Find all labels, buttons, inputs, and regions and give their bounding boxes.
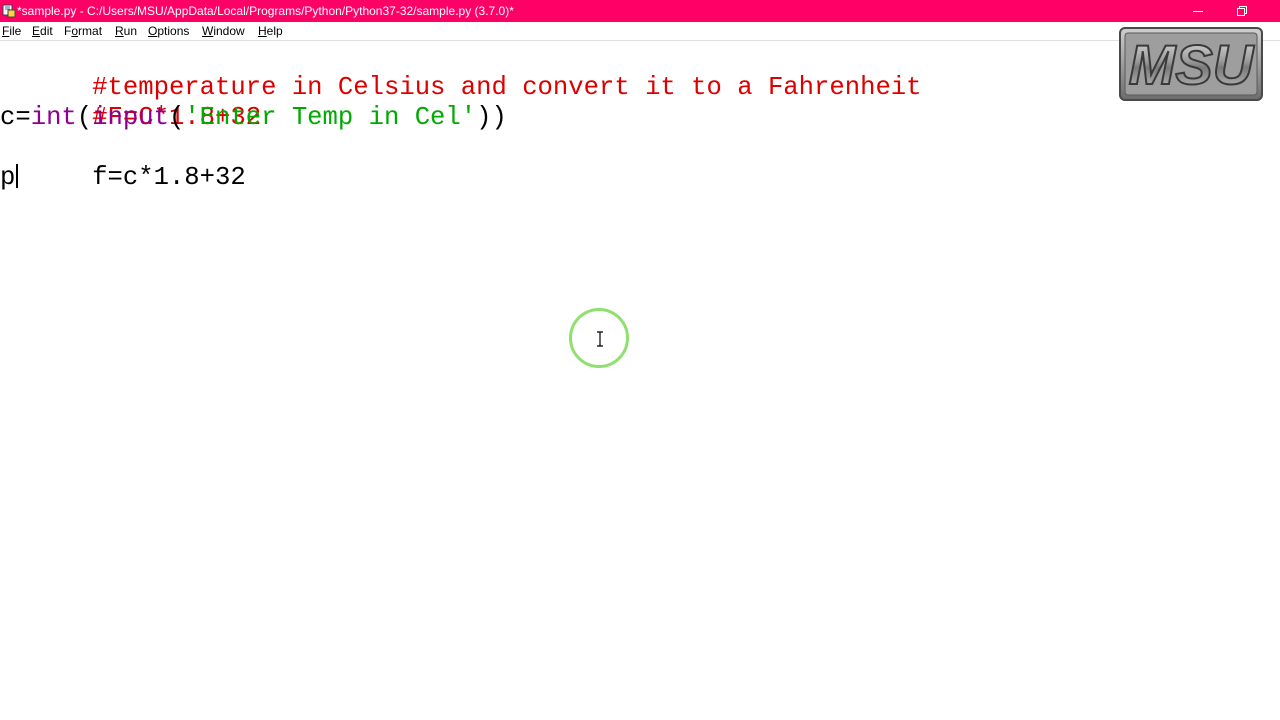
code-line-5: p [0,163,19,193]
menu-file[interactable]: File [2,24,21,39]
menu-help[interactable]: Help [258,24,283,39]
code-line-3: c=int(input('Enter Temp in Cel')) [0,103,507,133]
menu-window[interactable]: Window [202,24,245,39]
python-idle-icon [2,4,16,18]
code-line-1: #temperature in Celsius and convert it t… [0,43,921,102]
window-title: *sample.py - C:/Users/MSU/AppData/Local/… [17,4,514,18]
builtin-token: input [92,103,169,132]
logo-text: MSU [1129,33,1255,96]
code-line-4: f=c*1.8+32 [0,133,246,192]
title-bar[interactable]: *sample.py - C:/Users/MSU/AppData/Local/… [0,0,1280,22]
menu-options[interactable]: Options [148,24,189,39]
plain-token: )) [476,103,507,132]
text-caret [16,164,19,188]
restore-button[interactable] [1220,0,1264,22]
code-editor[interactable]: #temperature in Celsius and convert it t… [0,42,1280,720]
text-cursor-icon [569,308,629,368]
string-token: 'Enter Temp in Cel' [184,103,477,132]
plain-token: p [0,163,16,192]
builtin-token: int [30,103,77,132]
menu-bar: File Edit Format Run Options Window Help [0,22,1280,41]
menu-format[interactable]: Format [64,24,102,39]
minimize-button[interactable] [1176,0,1220,22]
msu-logo: MSU [1119,27,1263,101]
plain-token: ( [76,103,93,132]
code-line-2: #F=C*1.8+32 [0,73,261,132]
plain-token: f=c*1.8+32 [92,163,246,192]
plain-token: c= [0,103,31,132]
restore-icon [1237,6,1247,16]
minimize-icon [1193,11,1203,12]
plain-token: ( [168,103,185,132]
menu-edit[interactable]: Edit [32,24,53,39]
menu-run[interactable]: Run [115,24,137,39]
idle-editor-window: *sample.py - C:/Users/MSU/AppData/Local/… [0,0,1280,720]
